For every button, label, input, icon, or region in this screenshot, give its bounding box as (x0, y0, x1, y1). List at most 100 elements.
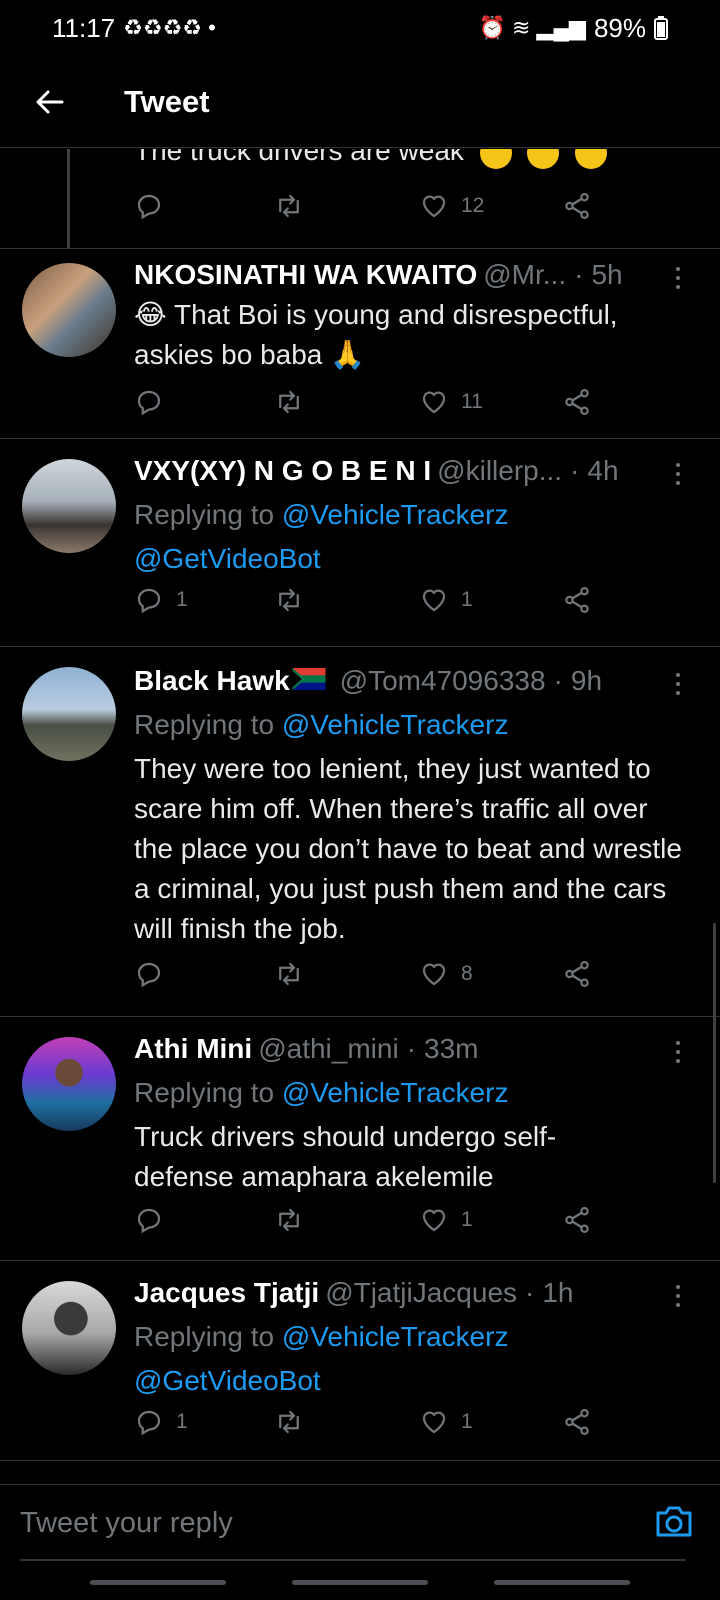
tweet-time: 5h (591, 259, 623, 290)
tweet[interactable]: Jacques Tjatji @TjatjiJacques · 1h Reply… (0, 1261, 720, 1461)
status-left: 11:17 ♻♻♻♻ • (52, 13, 216, 44)
reply-input[interactable]: Tweet your reply (20, 1495, 620, 1551)
tweet-actions: 8 (134, 959, 604, 999)
retweet-icon (279, 1410, 299, 1434)
like-icon (422, 391, 446, 414)
user-handle: @killerp... (437, 455, 563, 486)
share-button[interactable] (562, 387, 592, 417)
camera-button[interactable] (652, 1499, 696, 1543)
display-name[interactable]: Jacques Tjatji (134, 1277, 319, 1309)
replying-to-label: Replying to (134, 709, 275, 740)
like-button[interactable]: 12 (419, 191, 484, 221)
like-button[interactable]: 1 (419, 1407, 473, 1437)
more-options-button[interactable] (666, 1279, 690, 1313)
reply-button[interactable] (134, 1205, 176, 1235)
display-name[interactable]: NKOSINATHI WA KWAITO (134, 259, 477, 291)
tweet-text: They were too lenient, they just wanted … (134, 753, 682, 944)
more-options-button[interactable] (666, 457, 690, 491)
like-count: 11 (461, 390, 483, 413)
like-button[interactable]: 1 (419, 585, 473, 615)
user-handle: @athi_mini (258, 1033, 399, 1064)
separator-dot: · (570, 455, 580, 486)
retweet-button[interactable] (274, 585, 304, 615)
like-button[interactable]: 1 (419, 1205, 473, 1235)
tweet-header: Black Hawk @Tom47096338 · 9h (134, 665, 660, 697)
emoji-icon (479, 149, 512, 169)
emoji-icon (575, 149, 608, 169)
reply-composer: Tweet your reply (0, 1484, 720, 1564)
tweet-time: 9h (570, 665, 603, 696)
tweet[interactable]: VXY(XY) N G O B E N I @killerp... · 4h R… (0, 439, 720, 647)
reply-button[interactable]: 1 (134, 585, 188, 615)
user-handle: @Mr... (483, 259, 567, 290)
avatar[interactable] (22, 459, 116, 553)
avatar[interactable] (22, 667, 116, 761)
retweet-button[interactable] (274, 1407, 304, 1437)
more-options-button[interactable] (666, 667, 690, 701)
status-right: ⏰ ≋ ▂▄▆ 89% (478, 13, 668, 44)
system-back-button[interactable] (494, 1580, 630, 1585)
tweet[interactable]: Athi Mini @athi_mini · 33m Replying to @… (0, 1017, 720, 1261)
retweet-icon (279, 390, 299, 414)
scrollbar[interactable] (713, 923, 716, 1183)
reply-count: 1 (176, 588, 188, 611)
mention-link[interactable]: @VehicleTrackerz (282, 1321, 509, 1352)
tweet-actions: 12 (134, 191, 604, 231)
retweet-button[interactable] (274, 1205, 304, 1235)
share-icon (565, 1409, 589, 1435)
reply-button[interactable] (134, 959, 176, 989)
separator-dot: · (574, 259, 584, 290)
tweet-header: Jacques Tjatji @TjatjiJacques · 1h (134, 1277, 660, 1309)
like-button[interactable]: 11 (419, 387, 483, 417)
reply-button[interactable]: 1 (134, 1407, 188, 1437)
share-icon (565, 193, 589, 219)
mention-link[interactable]: @VehicleTrackerz (282, 499, 509, 530)
share-button[interactable] (562, 585, 592, 615)
reply-input-underline (20, 1559, 686, 1561)
tweet-header: VXY(XY) N G O B E N I @killerp... · 4h (134, 455, 660, 487)
separator-dot: · (553, 665, 563, 696)
avatar[interactable] (22, 1037, 116, 1131)
share-button[interactable] (562, 1407, 592, 1437)
share-button[interactable] (562, 191, 592, 221)
reply-button[interactable] (134, 191, 164, 221)
replying-to-label: Replying to (134, 1077, 275, 1108)
home-button[interactable] (292, 1580, 428, 1585)
reply-button[interactable] (134, 387, 176, 417)
reply-count: 1 (176, 1410, 188, 1433)
display-name[interactable]: Athi Mini (134, 1033, 252, 1065)
back-arrow-icon (36, 90, 64, 113)
share-button[interactable] (562, 959, 592, 989)
mention-link[interactable]: @GetVideoBot (134, 543, 321, 574)
replying-to: Replying to @VehicleTrackerz @GetVideoBo… (134, 493, 690, 581)
retweet-icon (279, 962, 299, 986)
replying-to: Replying to @VehicleTrackerz @GetVideoBo… (134, 1315, 690, 1403)
recent-apps-button[interactable] (90, 1580, 226, 1585)
reply-timeline[interactable]: The truck drivers are weak 12 NKOSINATHI… (0, 149, 720, 1484)
like-icon (422, 1209, 446, 1232)
tweet-actions: 11 (134, 387, 604, 427)
app-header: Tweet (0, 56, 720, 148)
avatar[interactable] (22, 1281, 116, 1375)
more-options-button[interactable] (666, 261, 690, 295)
reply-icon (137, 962, 161, 988)
like-button[interactable]: 8 (419, 959, 473, 989)
display-name[interactable]: Black Hawk (134, 665, 290, 697)
retweet-button[interactable] (274, 191, 304, 221)
mention-link[interactable]: @GetVideoBot (134, 1365, 321, 1396)
mention-link[interactable]: @VehicleTrackerz (282, 709, 509, 740)
mention-link[interactable]: @VehicleTrackerz (282, 1077, 509, 1108)
more-options-button[interactable] (666, 1035, 690, 1069)
share-button[interactable] (562, 1205, 592, 1235)
previous-tweet[interactable]: The truck drivers are weak 12 (0, 149, 720, 249)
reply-icon (137, 390, 161, 416)
previous-tweet-body: The truck drivers are weak (134, 149, 464, 166)
retweet-button[interactable] (274, 959, 304, 989)
back-button[interactable] (20, 72, 80, 132)
avatar[interactable] (22, 263, 116, 357)
reply-icon (137, 588, 161, 614)
retweet-button[interactable] (274, 387, 304, 417)
display-name[interactable]: VXY(XY) N G O B E N I (134, 455, 431, 487)
tweet[interactable]: NKOSINATHI WA KWAITO @Mr... · 5h 😂 That … (0, 249, 720, 439)
tweet[interactable]: Black Hawk @Tom47096338 · 9h Replying to… (0, 647, 720, 1017)
